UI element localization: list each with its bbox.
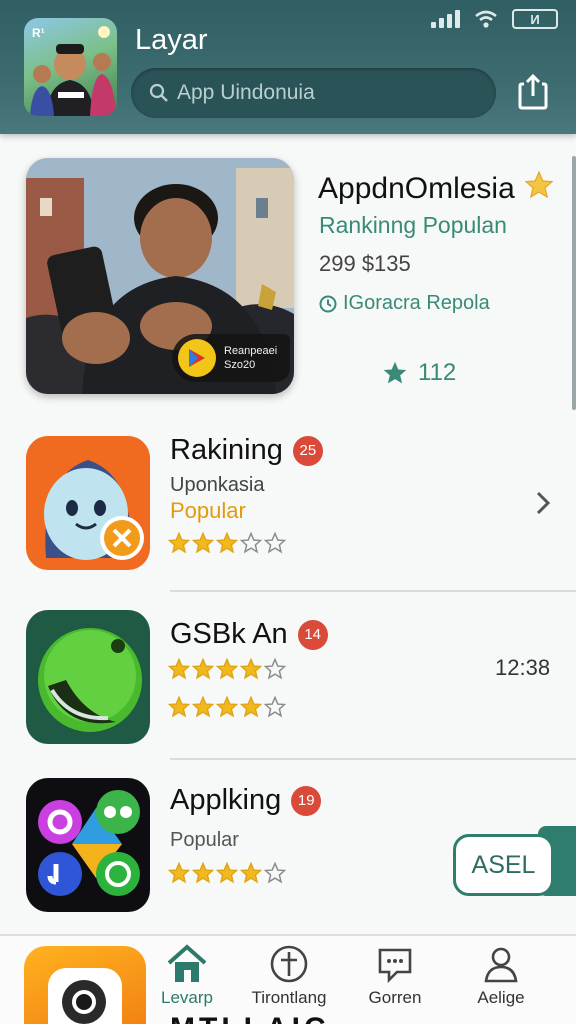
nav-label: Gorren bbox=[368, 988, 422, 1007]
star-outline-icon bbox=[264, 696, 286, 718]
count-badge: 19 bbox=[291, 785, 322, 816]
rating-star-icon bbox=[383, 361, 407, 384]
star-rating bbox=[168, 696, 286, 718]
star-outline-icon bbox=[240, 532, 262, 554]
nav-label: Levarp bbox=[161, 988, 213, 1007]
search-placeholder: App Uindonuia bbox=[177, 81, 315, 104]
app-title-gsbk[interactable]: GSBk An 14 bbox=[170, 618, 328, 651]
app-name: Applking bbox=[170, 784, 282, 816]
app-name: GSBk An bbox=[170, 618, 288, 650]
chevron-right-icon[interactable] bbox=[534, 490, 552, 516]
featured-badge[interactable]: Reanpeaei Szo20 bbox=[172, 334, 290, 382]
badge-line-1: Reanpeaei bbox=[224, 345, 278, 357]
star-filled-icon bbox=[216, 696, 238, 718]
play-icon bbox=[178, 339, 216, 377]
featured-rating-value: 112 bbox=[418, 359, 457, 386]
star-filled-icon bbox=[240, 696, 262, 718]
star-filled-icon bbox=[216, 658, 238, 680]
page-title: Layar bbox=[135, 24, 208, 56]
star-filled-icon bbox=[192, 658, 214, 680]
nav-item-messages[interactable]: Gorren bbox=[350, 944, 440, 1008]
count-badge: 25 bbox=[292, 435, 323, 466]
app-icon-applking[interactable] bbox=[26, 778, 150, 912]
share-icon[interactable] bbox=[514, 72, 554, 112]
status-bar: И bbox=[431, 8, 558, 30]
app-time: 12:38 bbox=[495, 655, 551, 680]
star-outline-icon bbox=[264, 862, 286, 884]
divider bbox=[170, 758, 576, 760]
app-title-rakining[interactable]: Rakining 25 bbox=[170, 434, 323, 467]
star-filled-icon bbox=[216, 532, 238, 554]
app-icon-camera[interactable] bbox=[24, 946, 146, 1024]
star-filled-icon bbox=[168, 532, 190, 554]
star-filled-icon bbox=[216, 862, 238, 884]
star-rating bbox=[168, 862, 286, 884]
compass-icon bbox=[270, 945, 308, 983]
count-badge: 14 bbox=[297, 619, 328, 650]
star-filled-icon bbox=[240, 862, 262, 884]
profile-icon bbox=[484, 947, 518, 983]
app-icon-gsbk[interactable] bbox=[26, 610, 150, 744]
star-filled-icon bbox=[168, 658, 190, 680]
battery-icon: И bbox=[512, 9, 558, 29]
search-input[interactable]: App Uindonuia bbox=[131, 68, 496, 118]
multicolor-apps-icon bbox=[38, 790, 140, 896]
message-icon bbox=[378, 948, 412, 984]
home-icon bbox=[167, 944, 207, 982]
featured-app-image[interactable]: Reanpeaei Szo20 bbox=[26, 158, 294, 394]
star-filled-icon bbox=[168, 862, 190, 884]
app-icon-rakining[interactable] bbox=[26, 436, 150, 570]
star-rating bbox=[168, 658, 286, 680]
nav-label: Aelige bbox=[477, 988, 525, 1007]
star-filled-icon bbox=[192, 862, 214, 884]
app-name: Rakining bbox=[170, 434, 283, 466]
header-avatar[interactable]: R¹ bbox=[24, 18, 117, 116]
popular-tag: Popular bbox=[170, 498, 246, 523]
action-button[interactable]: ASEL bbox=[453, 834, 554, 896]
star-filled-icon bbox=[168, 696, 190, 718]
nav-label: Tirontlang bbox=[251, 988, 327, 1007]
featured-subtitle: Rankinng Populan bbox=[319, 212, 507, 238]
search-icon bbox=[149, 83, 168, 102]
scrollbar[interactable] bbox=[572, 156, 576, 410]
app-title-applking[interactable]: Applking 19 bbox=[170, 784, 322, 817]
wifi-icon bbox=[475, 10, 497, 28]
green-blob-icon bbox=[38, 628, 142, 732]
featured-title[interactable]: AppdnOmlesia bbox=[318, 172, 515, 206]
featured-price: 299 $135 bbox=[319, 251, 411, 276]
badge-line-2: Szo20 bbox=[224, 359, 256, 371]
app-subtitle: Uponkasia bbox=[170, 474, 265, 496]
featured-meta: IGoracra Repola bbox=[319, 292, 490, 315]
star-filled-icon bbox=[240, 658, 262, 680]
divider bbox=[170, 590, 576, 592]
partial-app-title: MTLLAIC bbox=[170, 1012, 330, 1024]
nav-item-home[interactable]: Levarp bbox=[142, 944, 232, 1008]
nav-item-profile[interactable]: Aelige bbox=[456, 944, 546, 1008]
camera-icon bbox=[48, 968, 122, 1024]
app-header: И R¹ Layar App Uindonuia bbox=[0, 0, 576, 134]
star-filled-icon bbox=[192, 696, 214, 718]
featured-rating: 112 bbox=[382, 359, 456, 387]
star-rating bbox=[168, 532, 286, 554]
nav-item-explore[interactable]: Tirontlang bbox=[244, 944, 334, 1008]
favorite-star-icon[interactable] bbox=[524, 170, 554, 200]
featured-meta-text: IGoracra Repola bbox=[343, 292, 490, 314]
ghost-mascot-icon bbox=[44, 460, 144, 560]
clock-icon bbox=[319, 295, 337, 312]
star-outline-icon bbox=[264, 658, 286, 680]
signal-icon bbox=[431, 10, 460, 28]
avatar-label: R¹ bbox=[32, 26, 45, 40]
star-filled-icon bbox=[192, 532, 214, 554]
badge-text: Reanpeaei Szo20 bbox=[224, 344, 277, 372]
app-subtitle: Popular bbox=[170, 829, 239, 851]
star-outline-icon bbox=[264, 532, 286, 554]
